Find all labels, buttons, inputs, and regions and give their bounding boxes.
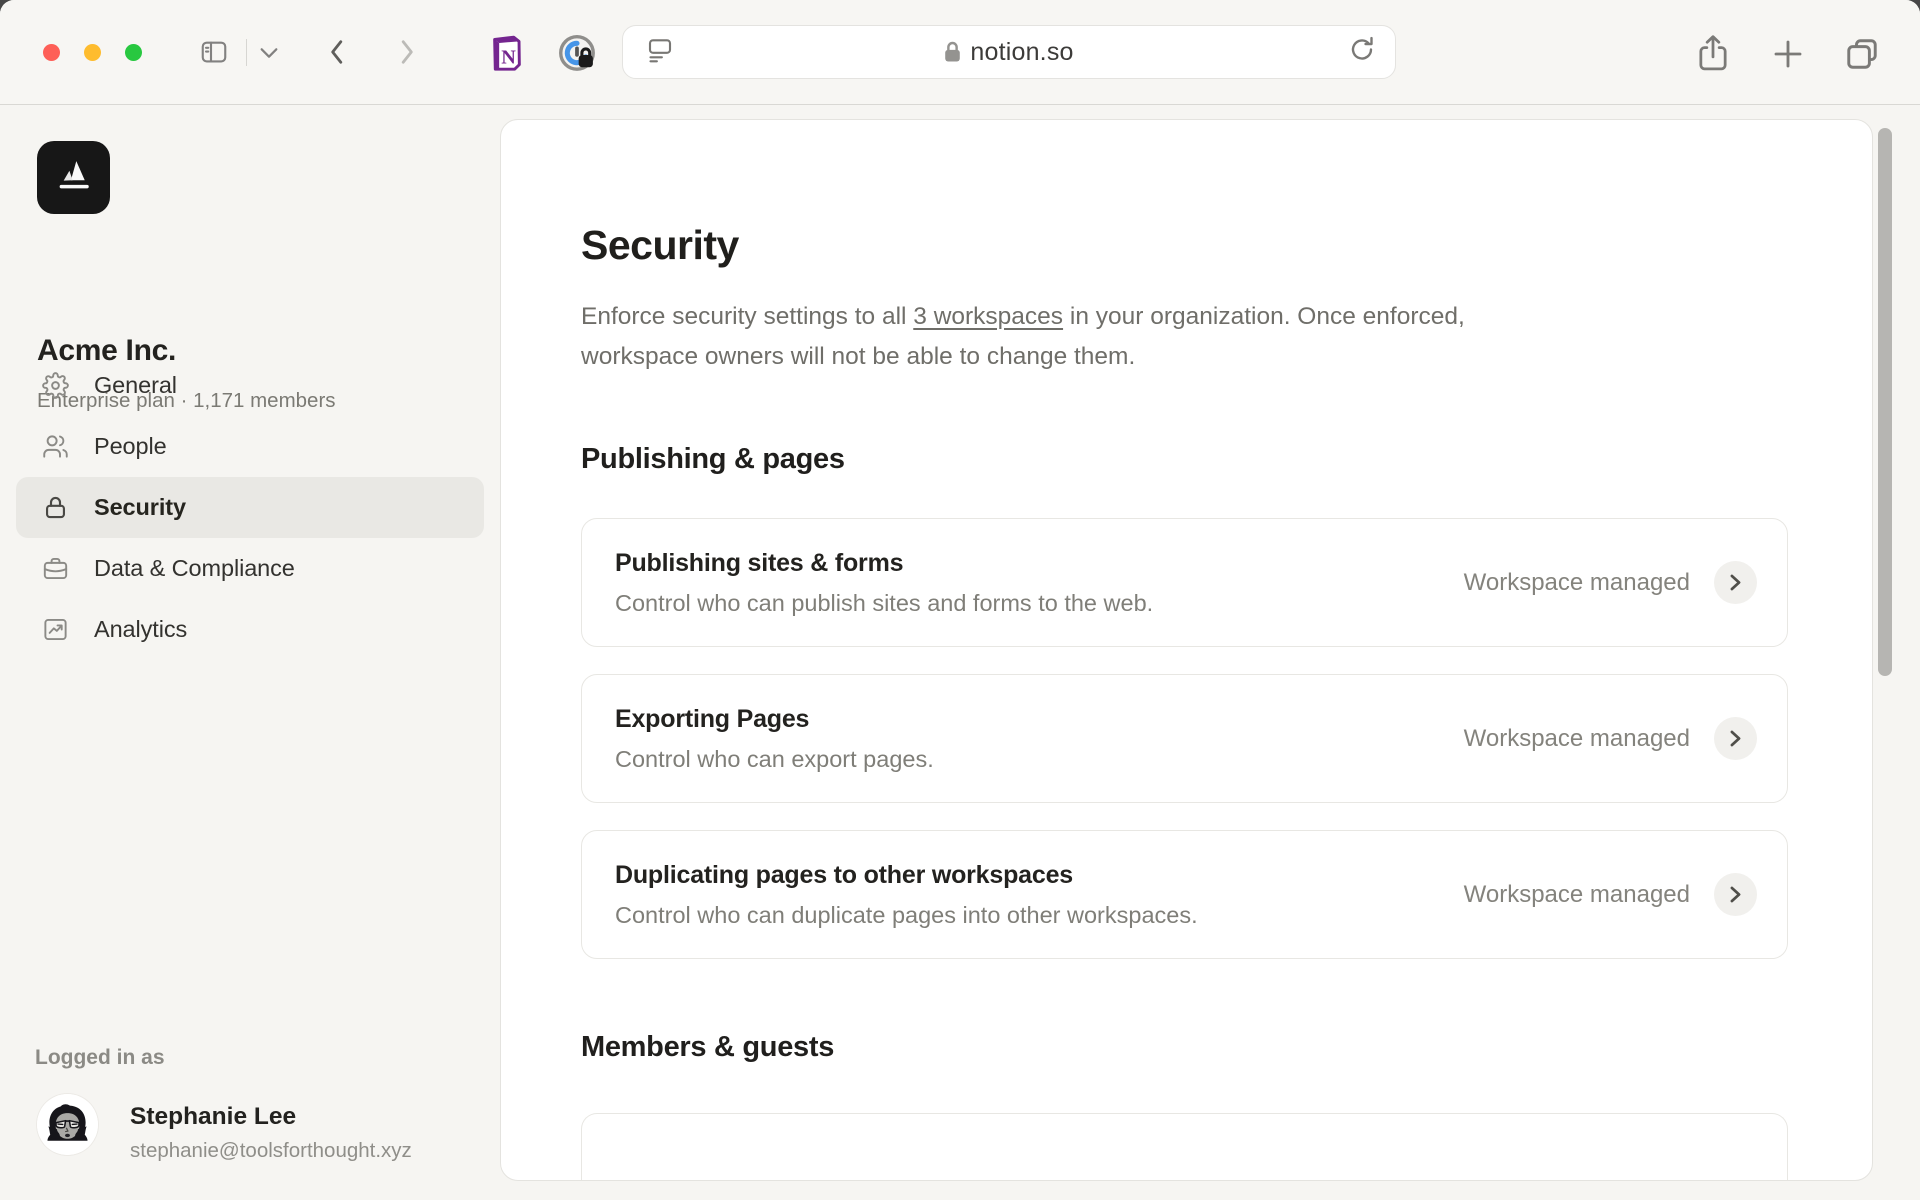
chevron-right-button[interactable]	[1714, 873, 1757, 916]
https-lock-icon	[944, 41, 961, 63]
toolbar-divider	[246, 39, 247, 66]
chart-icon	[41, 616, 69, 644]
sidebar-item-label: Data & Compliance	[94, 555, 295, 582]
chevron-down-icon[interactable]	[258, 46, 280, 60]
sidebar-item-label: General	[94, 372, 177, 399]
password-manager-extension-icon[interactable]	[556, 32, 600, 76]
sidebar-nav: General People	[16, 355, 484, 660]
publishing-cards: Publishing sites & forms Control who can…	[581, 518, 1788, 959]
section-heading-publishing: Publishing & pages	[581, 443, 1788, 476]
intro-paragraph: Enforce security settings to all 3 works…	[581, 297, 1533, 377]
security-settings-panel: Security Enforce security settings to al…	[500, 119, 1873, 1181]
workspaces-link[interactable]: 3 workspaces	[913, 303, 1063, 330]
tab-overview-button[interactable]	[1842, 34, 1882, 74]
sidebar-item-people[interactable]: People	[16, 416, 484, 477]
status-badge: Workspace managed	[1464, 569, 1690, 597]
page-body: Acme Inc. Enterprise plan · 1,171 member…	[0, 106, 1920, 1200]
chevron-right-button[interactable]	[1714, 717, 1757, 760]
sidebar-item-security[interactable]: Security	[16, 477, 484, 538]
page-title: Security	[581, 223, 1788, 268]
zoom-window-button[interactable]	[125, 44, 142, 61]
user-name: Stephanie Lee	[130, 1103, 296, 1131]
url-text: notion.so	[970, 38, 1073, 67]
setting-card-publishing-sites[interactable]: Publishing sites & forms Control who can…	[581, 518, 1788, 647]
user-email: stephanie@toolsforthought.xyz	[130, 1139, 412, 1163]
close-window-button[interactable]	[43, 44, 60, 61]
window-controls	[43, 44, 142, 61]
card-description: Control who can export pages.	[615, 746, 934, 773]
setting-card-partial[interactable]	[581, 1113, 1788, 1181]
forward-button[interactable]	[394, 35, 420, 69]
chevron-right-button[interactable]	[1714, 561, 1757, 604]
reload-button[interactable]	[1347, 35, 1377, 70]
card-title: Exporting Pages	[615, 705, 934, 734]
card-title: Publishing sites & forms	[615, 549, 1153, 578]
people-icon	[41, 433, 69, 461]
setting-card-duplicating-pages[interactable]: Duplicating pages to other workspaces Co…	[581, 830, 1788, 959]
status-badge: Workspace managed	[1464, 725, 1690, 753]
settings-sidebar: Acme Inc. Enterprise plan · 1,171 member…	[0, 106, 500, 1200]
status-badge: Workspace managed	[1464, 881, 1690, 909]
sailboat-icon	[51, 155, 97, 201]
address-bar[interactable]: notion.so	[622, 25, 1396, 79]
minimize-window-button[interactable]	[84, 44, 101, 61]
safari-window: N	[0, 0, 1920, 1200]
sidebar-item-analytics[interactable]: Analytics	[16, 599, 484, 660]
sidebar-item-label: People	[94, 433, 167, 460]
notion-extension-icon[interactable]: N	[483, 31, 525, 75]
setting-card-exporting-pages[interactable]: Exporting Pages Control who can export p…	[581, 674, 1788, 803]
logged-in-as-label: Logged in as	[35, 1046, 165, 1070]
sidebar-toggle-icon[interactable]	[197, 37, 231, 67]
intro-text-before: Enforce security settings to all	[581, 303, 913, 330]
back-button[interactable]	[324, 35, 350, 69]
sidebar-item-label: Analytics	[94, 616, 187, 643]
card-title: Duplicating pages to other workspaces	[615, 861, 1198, 890]
lock-icon	[41, 494, 69, 522]
briefcase-icon	[41, 555, 69, 583]
card-description: Control who can duplicate pages into oth…	[615, 902, 1198, 929]
sidebar-item-label: Security	[94, 494, 186, 521]
workspace-logo	[37, 141, 110, 214]
new-tab-button[interactable]	[1770, 36, 1806, 72]
gear-icon	[41, 372, 69, 400]
browser-toolbar: N	[0, 0, 1920, 105]
scrollbar-thumb[interactable]	[1878, 128, 1892, 676]
sidebar-item-general[interactable]: General	[16, 355, 484, 416]
share-button[interactable]	[1694, 33, 1732, 73]
sidebar-item-data-compliance[interactable]: Data & Compliance	[16, 538, 484, 599]
card-description: Control who can publish sites and forms …	[615, 590, 1153, 617]
section-heading-members: Members & guests	[581, 1031, 1788, 1064]
avatar[interactable]	[37, 1094, 98, 1155]
svg-text:N: N	[501, 46, 516, 68]
